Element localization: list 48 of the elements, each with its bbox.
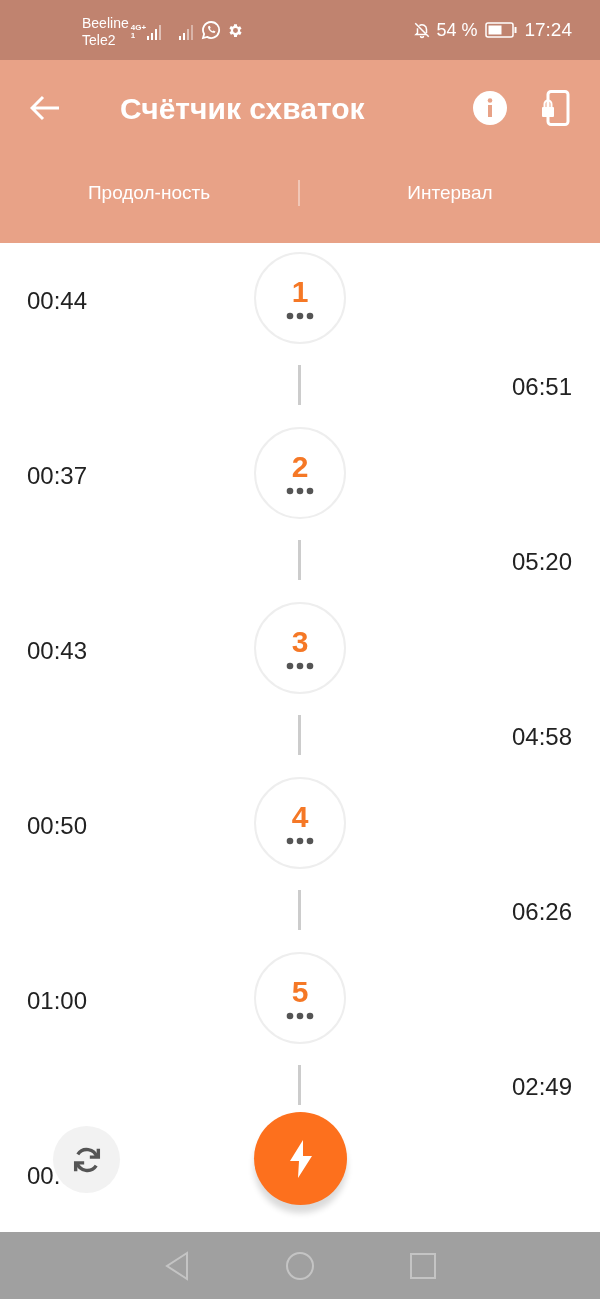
contraction-number: 4	[291, 801, 309, 833]
more-icon[interactable]	[286, 312, 314, 320]
contraction-number: 1	[291, 276, 309, 308]
settings-icon	[227, 21, 245, 39]
clock-time: 17:24	[524, 17, 572, 42]
back-icon[interactable]	[164, 1250, 190, 1281]
duration-time: 00:50	[27, 811, 88, 841]
interval-time: 04:58	[511, 722, 572, 752]
duration-time: 00:37	[27, 461, 88, 491]
sim-number: 1	[130, 32, 136, 40]
screen-title: Счётчик схваток	[120, 90, 365, 127]
lightning-icon	[288, 1139, 313, 1178]
phone-lock-icon[interactable]	[540, 90, 570, 126]
more-icon[interactable]	[286, 1012, 314, 1020]
recents-icon[interactable]	[410, 1252, 436, 1279]
interval-time: 02:49	[511, 1072, 572, 1102]
contraction-number: 5	[291, 976, 309, 1008]
back-arrow-icon[interactable]	[30, 95, 60, 121]
network-type: 4G+	[130, 24, 147, 32]
more-icon[interactable]	[286, 662, 314, 670]
contraction-marker[interactable]: 4	[254, 777, 346, 869]
duration-time: 00:44	[27, 286, 88, 316]
contraction-number: 3	[291, 626, 309, 658]
carrier-name: Tele2	[82, 32, 117, 49]
contraction-number: 2	[291, 451, 309, 483]
battery-percent: 54 %	[436, 18, 478, 42]
interval-time: 05:20	[511, 547, 572, 577]
column-header: Продол-ность	[86, 180, 212, 205]
interval-time: 06:26	[511, 897, 572, 927]
chat-bubble-icon	[201, 20, 222, 40]
home-icon[interactable]	[285, 1250, 315, 1281]
duration-time: 00.	[27, 1161, 61, 1191]
carrier-name: Beeline	[82, 15, 129, 32]
muted-bell-icon	[413, 21, 432, 39]
column-header: Интервал	[406, 180, 494, 205]
contraction-marker[interactable]: 2	[254, 427, 346, 519]
duration-time: 00:43	[27, 636, 88, 666]
duration-time: 01:00	[27, 986, 88, 1016]
contraction-marker[interactable]: 5	[254, 952, 346, 1044]
contraction-marker[interactable]: 3	[254, 602, 346, 694]
interval-time: 06:51	[511, 372, 572, 402]
signal-icon	[147, 24, 164, 40]
battery-icon	[485, 22, 518, 38]
contraction-button[interactable]	[254, 1112, 347, 1205]
more-icon[interactable]	[286, 837, 314, 845]
contraction-marker[interactable]: 1	[254, 252, 346, 344]
more-icon[interactable]	[286, 487, 314, 495]
info-icon[interactable]	[473, 91, 507, 125]
